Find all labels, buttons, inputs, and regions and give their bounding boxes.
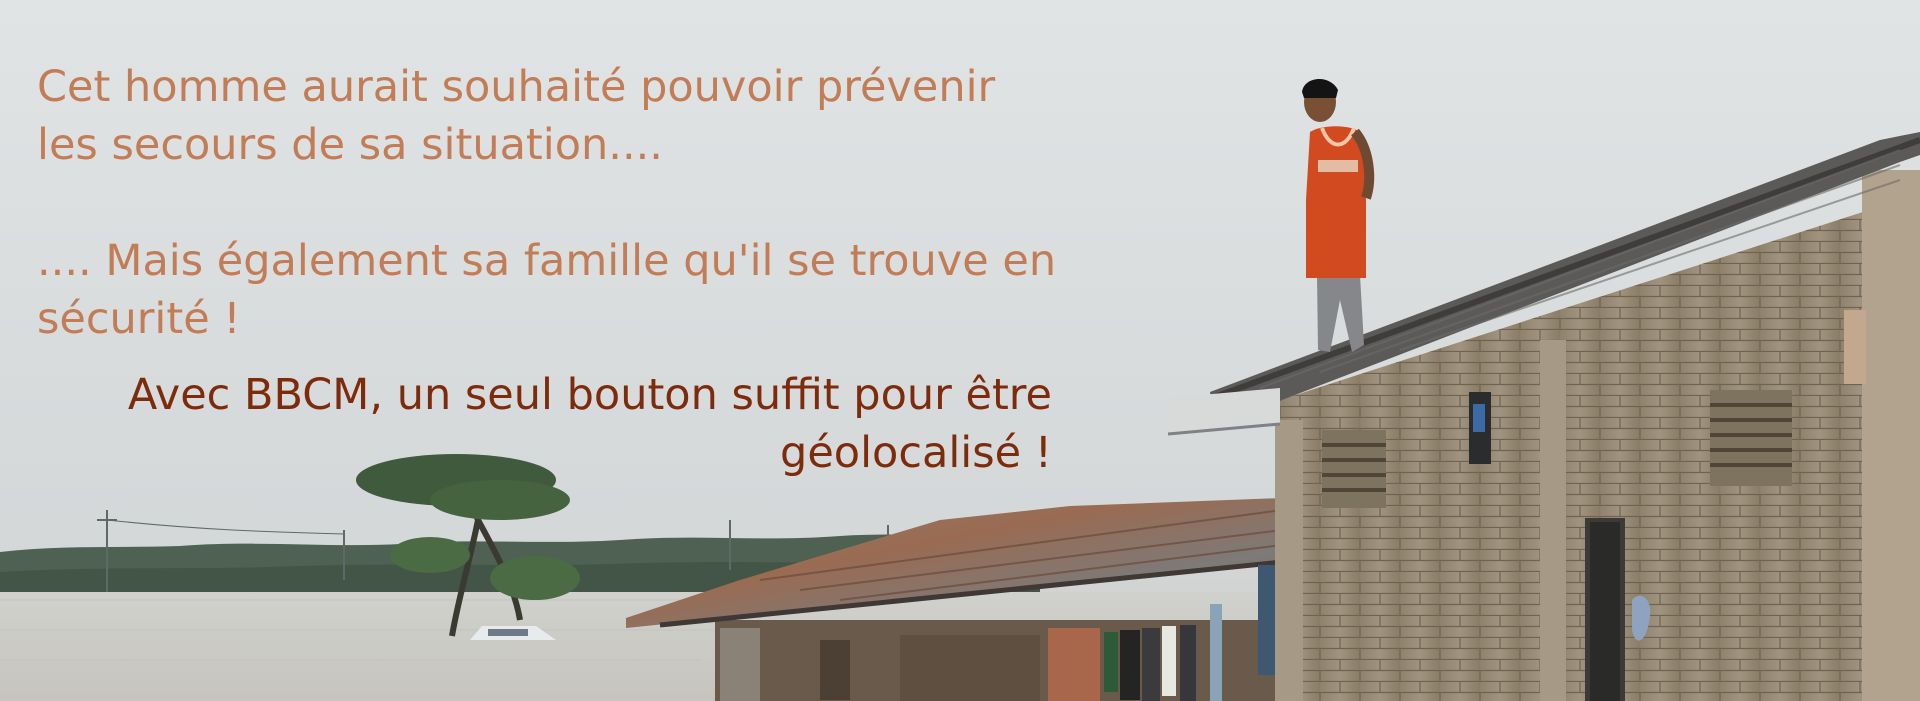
family-paragraph: .... Mais également sa famille qu'il se …: [37, 236, 1057, 344]
intro-text: Cet homme aurait souhaité pouvoir préven…: [37, 58, 1057, 348]
hero-banner: Cet homme aurait souhaité pouvoir préven…: [0, 0, 1920, 701]
bbcm-tagline: Avec BBCM, un seul bouton suffit pour êt…: [127, 370, 1052, 478]
situation-paragraph: Cet homme aurait souhaité pouvoir préven…: [37, 62, 996, 170]
